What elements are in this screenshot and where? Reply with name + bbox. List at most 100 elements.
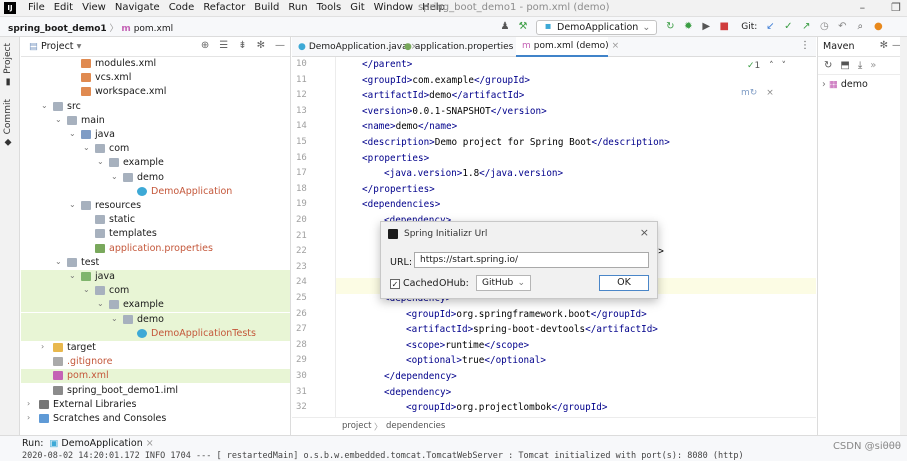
stop-icon[interactable]: ■ bbox=[719, 22, 729, 32]
generate-sources-icon[interactable]: ⬒ bbox=[840, 60, 849, 71]
update-icon[interactable]: ● bbox=[873, 22, 883, 32]
chevron-down-icon[interactable]: ⌄ bbox=[83, 143, 91, 152]
tree-item[interactable]: › target bbox=[21, 341, 290, 355]
cached-checkbox[interactable]: ✓ Cached bbox=[390, 278, 439, 289]
tree-item[interactable]: ⌄ test bbox=[21, 256, 290, 270]
coverage-icon[interactable]: ▶ bbox=[701, 22, 711, 32]
maven-reload-popup[interactable]: m↻ × bbox=[741, 88, 774, 98]
editor-tab[interactable]: m pom.xml (demo) × bbox=[516, 37, 619, 57]
run-tab[interactable]: ▣ DemoApplication × bbox=[49, 438, 153, 449]
rerun-icon[interactable]: ↻ bbox=[665, 22, 675, 32]
menu-refactor[interactable]: Refactor bbox=[203, 2, 245, 13]
user-icon[interactable]: ♟ bbox=[500, 22, 510, 32]
hide-icon[interactable]: — bbox=[275, 40, 285, 51]
chevron-down-icon[interactable]: ⌄ bbox=[83, 285, 91, 294]
tree-item[interactable]: DemoApplication bbox=[21, 185, 290, 199]
chevron-down-icon[interactable]: ⌄ bbox=[97, 157, 105, 166]
tree-item[interactable]: modules.xml bbox=[21, 57, 290, 71]
chevron-right-icon[interactable]: › bbox=[27, 413, 35, 422]
editor-crumb-project[interactable]: project bbox=[342, 421, 372, 431]
chevron-right-icon[interactable]: › bbox=[41, 342, 49, 351]
tree-item[interactable]: ⌄ src bbox=[21, 100, 290, 114]
editor-crumb-dependencies[interactable]: dependencies bbox=[386, 421, 445, 431]
chevron-down-icon[interactable]: ⌄ bbox=[69, 200, 77, 209]
maven-project-item[interactable]: › ▦ demo bbox=[822, 79, 868, 90]
chevron-right-icon[interactable]: › bbox=[27, 399, 35, 408]
expand-all-icon[interactable]: ☰ bbox=[219, 40, 228, 51]
more-icon[interactable]: ⋮ bbox=[800, 40, 810, 51]
editor-tab[interactable]: ●application.properties× bbox=[398, 37, 524, 57]
tree-item[interactable]: › External Libraries bbox=[21, 398, 290, 412]
tree-item[interactable]: static bbox=[21, 213, 290, 227]
menu-file[interactable]: File bbox=[28, 2, 45, 13]
debug-icon[interactable]: ✹ bbox=[683, 22, 693, 32]
menu-edit[interactable]: Edit bbox=[54, 2, 73, 13]
tree-item[interactable]: ⌄ example bbox=[21, 298, 290, 313]
minimize-icon[interactable]: – bbox=[860, 1, 866, 14]
chevron-down-icon[interactable]: ⌄ bbox=[111, 172, 119, 181]
close-icon[interactable]: × bbox=[766, 88, 774, 98]
gear-icon[interactable]: ✻ bbox=[257, 40, 265, 51]
menu-run[interactable]: Run bbox=[288, 2, 307, 13]
more-icon[interactable]: » bbox=[870, 60, 876, 71]
tree-item[interactable]: application.properties bbox=[21, 242, 290, 256]
ohub-select[interactable]: GitHub ⌄ bbox=[476, 275, 531, 291]
collapse-all-icon[interactable]: ⇟ bbox=[238, 40, 246, 51]
search-icon[interactable]: ⌕ bbox=[855, 22, 865, 32]
tree-item[interactable]: ⌄ example bbox=[21, 156, 290, 170]
tree-item[interactable]: workspace.xml bbox=[21, 85, 290, 99]
git-commit-icon[interactable]: ✓ bbox=[783, 22, 793, 32]
git-push-icon[interactable]: ↗ bbox=[801, 22, 811, 32]
tree-item[interactable]: ⌄ java bbox=[21, 128, 290, 142]
close-icon[interactable]: × bbox=[146, 438, 154, 449]
chevron-down-icon[interactable]: ⌄ bbox=[111, 314, 119, 323]
menu-navigate[interactable]: Navigate bbox=[115, 2, 160, 13]
locate-icon[interactable]: ⊕ bbox=[201, 40, 209, 51]
tree-item[interactable]: ⌄ demo bbox=[21, 312, 290, 327]
menu-build[interactable]: Build bbox=[254, 2, 279, 13]
project-view-select[interactable]: ▤ Project ▾ bbox=[29, 41, 81, 52]
restore-icon[interactable]: ❐ bbox=[891, 1, 901, 14]
menu-code[interactable]: Code bbox=[169, 2, 195, 13]
breadcrumb-file[interactable]: pom.xml bbox=[134, 24, 173, 34]
editor-tab[interactable]: ● DemoApplication.java × bbox=[292, 37, 418, 57]
tree-item[interactable]: DemoApplicationTests bbox=[21, 326, 290, 341]
menu-view[interactable]: View bbox=[82, 2, 106, 13]
menu-git[interactable]: Git bbox=[350, 2, 364, 13]
project-tool-tab[interactable]: ▮ Project bbox=[3, 43, 13, 87]
close-icon[interactable]: × bbox=[612, 41, 620, 51]
run-config-select[interactable]: ▪ DemoApplication ⌄ bbox=[536, 19, 658, 35]
tree-item[interactable]: ⌄ resources bbox=[21, 199, 290, 213]
tree-item[interactable]: › Scratches and Consoles bbox=[21, 412, 290, 426]
rollback-icon[interactable]: ↶ bbox=[837, 22, 847, 32]
tree-item[interactable]: .gitignore bbox=[21, 355, 290, 369]
git-update-icon[interactable]: ↙ bbox=[765, 22, 775, 32]
chevron-down-icon[interactable]: ⌄ bbox=[55, 115, 63, 124]
chevron-up-icon[interactable]: ˄ bbox=[769, 61, 774, 71]
chevron-down-icon[interactable]: ⌄ bbox=[55, 257, 63, 266]
reload-icon[interactable]: ↻ bbox=[824, 60, 832, 71]
breadcrumb-project[interactable]: spring_boot_demo1 bbox=[8, 24, 107, 34]
tree-item[interactable]: ⌄ main bbox=[21, 114, 290, 128]
tree-item[interactable]: pom.xml bbox=[21, 369, 290, 384]
menu-tools[interactable]: Tools bbox=[317, 2, 342, 13]
gear-icon[interactable]: ✻ bbox=[880, 40, 888, 51]
url-input[interactable]: https://start.spring.io/ bbox=[414, 252, 649, 268]
tree-item[interactable]: spring_boot_demo1.iml bbox=[21, 384, 290, 398]
tree-item[interactable]: ⌄ com bbox=[21, 142, 290, 156]
chevron-down-icon[interactable]: ⌄ bbox=[97, 299, 105, 308]
commit-tool-tab[interactable]: ◆ Commit bbox=[3, 99, 13, 147]
chevron-down-icon[interactable]: ⌄ bbox=[69, 129, 77, 138]
history-icon[interactable]: ◷ bbox=[819, 22, 829, 32]
tree-item[interactable]: ⌄ com bbox=[21, 284, 290, 299]
menu-window[interactable]: Window bbox=[374, 2, 413, 13]
close-icon[interactable]: × bbox=[640, 226, 649, 239]
tree-item[interactable]: vcs.xml bbox=[21, 71, 290, 85]
ok-button[interactable]: OK bbox=[599, 275, 649, 291]
chevron-down-icon[interactable]: ⌄ bbox=[41, 101, 49, 110]
tree-item[interactable]: ⌄ demo bbox=[21, 171, 290, 185]
download-icon[interactable]: ⤓ bbox=[858, 60, 862, 71]
tree-item[interactable]: ⌄ java bbox=[21, 270, 290, 284]
maven-reload-icon[interactable]: m↻ bbox=[741, 88, 757, 98]
checkbox-check-icon[interactable]: ✓ bbox=[390, 278, 400, 289]
